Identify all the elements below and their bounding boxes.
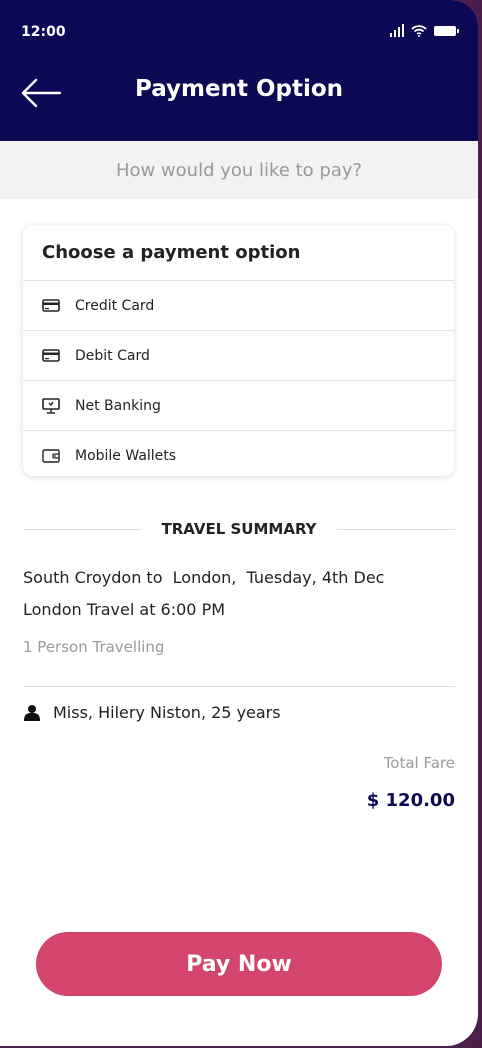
card-icon (41, 298, 61, 314)
divider (23, 528, 142, 530)
payment-card-title: Choose a payment option (23, 225, 454, 281)
battery-icon (434, 25, 459, 36)
option-label: Net Banking (75, 397, 161, 414)
payment-options-card: Choose a payment option Credit Card Debi… (23, 225, 454, 476)
travel-time-text: London Travel at 6:00 PM (23, 600, 226, 619)
status-time: 12:00 (21, 24, 66, 40)
option-label: Debit Card (75, 347, 150, 364)
option-credit-card[interactable]: Credit Card (23, 281, 454, 331)
passenger-row: Miss, Hilery Niston, 25 years (23, 703, 281, 722)
total-fare-label: Total Fare (383, 754, 455, 772)
app-header: 12:00 Payment Option (0, 0, 478, 141)
pay-now-button[interactable]: Pay Now (36, 932, 442, 996)
phone-screen: 12:00 Payment Option How would you like … (0, 0, 478, 1046)
route-text: South Croydon to London, Tuesday, 4th De… (23, 568, 385, 587)
option-debit-card[interactable]: Debit Card (23, 331, 454, 381)
wallet-icon (41, 448, 61, 464)
page-title: Payment Option (134, 76, 344, 102)
divider (336, 528, 456, 530)
wifi-icon (411, 25, 427, 37)
divider (23, 686, 455, 687)
card-icon (41, 348, 61, 364)
option-label: Credit Card (75, 297, 155, 314)
status-icons (390, 24, 459, 37)
person-icon (24, 705, 40, 721)
monitor-icon (41, 397, 61, 414)
travel-summary-heading: TRAVEL SUMMARY (23, 516, 456, 542)
payment-prompt: How would you like to pay? (0, 141, 478, 199)
passenger-details: Miss, Hilery Niston, 25 years (53, 703, 281, 722)
summary-title: TRAVEL SUMMARY (161, 520, 317, 538)
total-fare-value: $ 120.00 (366, 790, 455, 811)
option-label: Mobile Wallets (75, 447, 177, 464)
option-mobile-wallets[interactable]: Mobile Wallets (23, 431, 454, 480)
persons-count: 1 Person Travelling (23, 638, 165, 656)
signal-icon (390, 24, 404, 37)
option-net-banking[interactable]: Net Banking (23, 381, 454, 431)
